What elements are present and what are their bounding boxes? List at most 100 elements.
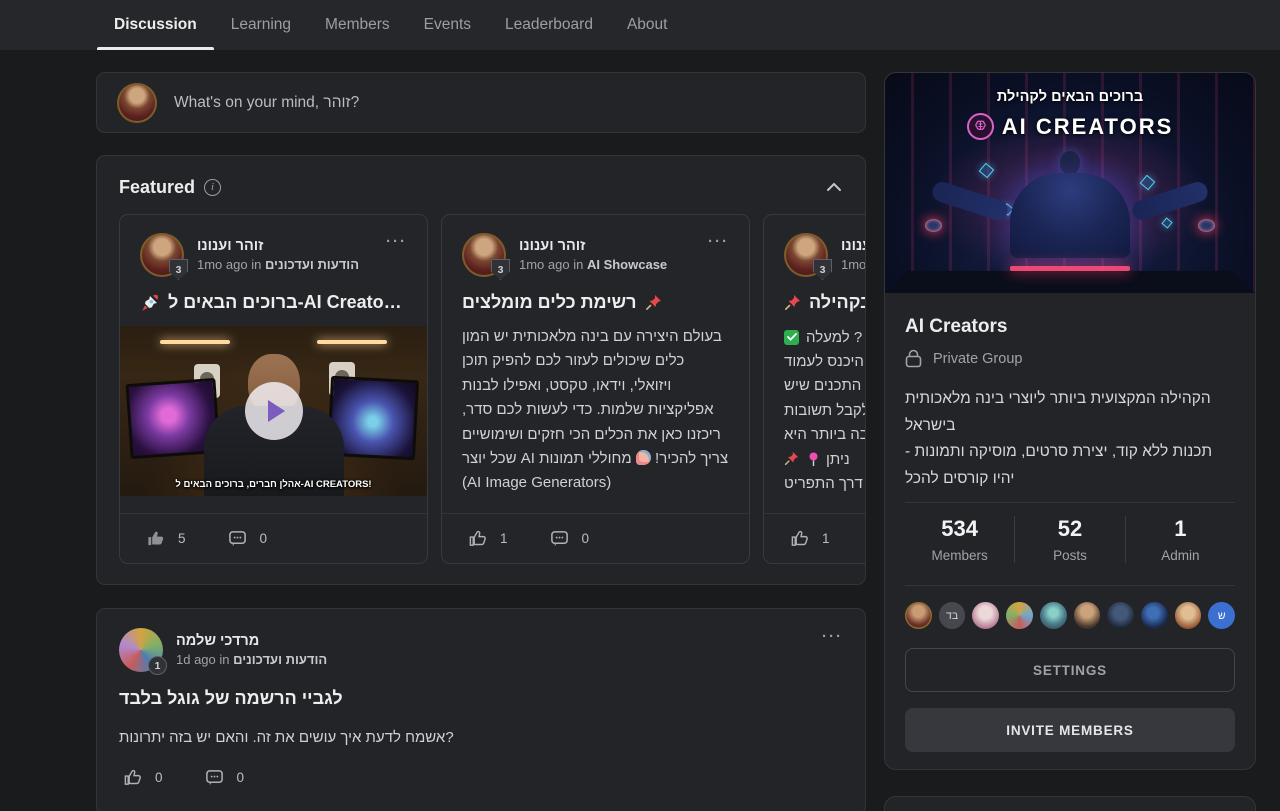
light-bar bbox=[317, 340, 387, 344]
more-options-icon[interactable]: ··· bbox=[386, 233, 407, 250]
like-button[interactable]: 1 bbox=[790, 529, 830, 548]
like-button[interactable]: 0 bbox=[123, 768, 163, 787]
author-name[interactable]: זוהר וענונו bbox=[841, 238, 865, 254]
post-body: אשמח לדעת איך עושים את זה. והאם יש בזה י… bbox=[119, 726, 843, 750]
author-name[interactable]: זוהר וענונו bbox=[197, 238, 373, 254]
tab-learning[interactable]: Learning bbox=[214, 0, 308, 50]
composer-placeholder: What's on your mind, זוהר? bbox=[174, 94, 359, 112]
light-bar bbox=[160, 340, 230, 344]
member-avatar[interactable] bbox=[905, 602, 932, 629]
author-name[interactable]: מרדכי שלמה bbox=[176, 633, 809, 649]
lock-icon bbox=[905, 349, 922, 368]
round-pin-icon bbox=[808, 452, 819, 467]
pushpin-icon bbox=[784, 294, 801, 311]
author-avatar[interactable]: 3 bbox=[784, 233, 828, 277]
tab-members[interactable]: Members bbox=[308, 0, 407, 50]
video-caption: אהלן חברים, ברוכים הבאים ל-AI CREATORS! bbox=[120, 479, 427, 490]
author-avatar[interactable]: 3 bbox=[140, 233, 184, 277]
post-timestamp: 1mo ago in bbox=[519, 257, 583, 272]
banner-brand-text: AI CREATORS bbox=[1002, 114, 1174, 140]
featured-post-card[interactable]: 3 זוהר וענונו 1mo ago in הודעות ועדכונים… bbox=[763, 214, 865, 564]
author-avatar[interactable]: 1 bbox=[119, 628, 163, 672]
post-timestamp: 1mo ago in bbox=[841, 257, 865, 272]
pushpin-icon bbox=[784, 451, 801, 468]
post-category[interactable]: הודעות ועדכונים bbox=[233, 652, 327, 667]
level-badge: 3 bbox=[813, 259, 832, 280]
current-user-avatar[interactable] bbox=[117, 83, 157, 123]
level-badge: 3 bbox=[169, 259, 188, 280]
feed-post[interactable]: 1 מרדכי שלמה 1d ago in הודעות ועדכונים ·… bbox=[96, 608, 866, 811]
banner-figure bbox=[1060, 151, 1080, 175]
group-stats: 534Members 52Posts 1Admin bbox=[905, 503, 1235, 575]
member-avatar[interactable] bbox=[1074, 602, 1101, 629]
comment-button[interactable]: 0 bbox=[205, 768, 245, 787]
post-title[interactable]: רשימת כלים מומלצים bbox=[462, 292, 637, 313]
post-title[interactable]: לגביי הרשמה של גוגל בלבד bbox=[119, 688, 343, 709]
comment-button[interactable]: 0 bbox=[550, 529, 590, 548]
group-sidebar: ברוכים הבאים לקהילת AI CREATORS AI Creat… bbox=[884, 72, 1256, 811]
chevron-up-icon[interactable] bbox=[825, 181, 843, 193]
video-thumbnail[interactable]: אהלן חברים, ברוכים הבאים ל-AI CREATORS! bbox=[120, 326, 427, 496]
post-body: למעלה ? היכנס לעמוד התכנים שיש לקבל תשוב… bbox=[764, 325, 865, 496]
divider bbox=[905, 585, 1235, 586]
tab-about[interactable]: About bbox=[610, 0, 685, 50]
like-count: 5 bbox=[178, 531, 186, 546]
group-name: AI Creators bbox=[905, 316, 1235, 338]
more-options-icon[interactable]: ··· bbox=[822, 628, 843, 645]
comment-count: 0 bbox=[237, 770, 245, 785]
post-title[interactable]: איך לנווט בקהילה bbox=[809, 292, 865, 313]
post-timestamp: 1mo ago in bbox=[197, 257, 261, 272]
member-avatar[interactable] bbox=[1175, 602, 1202, 629]
tab-events[interactable]: Events bbox=[407, 0, 488, 50]
like-button[interactable]: 1 bbox=[468, 529, 508, 548]
featured-section: Featured i 3 זוהר וענונו 1mo ago in הודע… bbox=[96, 155, 866, 585]
comment-count: 0 bbox=[260, 531, 268, 546]
like-count: 1 bbox=[500, 531, 508, 546]
play-button[interactable] bbox=[245, 382, 303, 440]
featured-post-card[interactable]: 3 זוהר וענונו 1mo ago in הודעות ועדכונים… bbox=[119, 214, 428, 564]
invite-members-button[interactable]: INVITE MEMBERS bbox=[905, 708, 1235, 752]
post-category[interactable]: הודעות ועדכונים bbox=[265, 257, 359, 272]
more-options-icon[interactable]: ··· bbox=[708, 233, 729, 250]
author-avatar[interactable]: 3 bbox=[462, 233, 506, 277]
member-avatar[interactable] bbox=[1141, 602, 1168, 629]
comment-button[interactable]: 0 bbox=[228, 529, 268, 548]
palette-icon bbox=[636, 450, 651, 465]
featured-cards-row: 3 זוהר וענונו 1mo ago in הודעות ועדכונים… bbox=[119, 214, 865, 564]
level-badge: 1 bbox=[148, 656, 167, 675]
post-category[interactable]: AI Showcase bbox=[587, 257, 667, 272]
level-badge: 3 bbox=[491, 259, 510, 280]
member-avatars-row: בד ש bbox=[905, 602, 1235, 629]
group-banner[interactable]: ברוכים הבאים לקהילת AI CREATORS bbox=[885, 73, 1255, 293]
author-name[interactable]: זוהר וענונו bbox=[519, 238, 695, 254]
brain-icon bbox=[967, 113, 994, 140]
tab-discussion[interactable]: Discussion bbox=[97, 0, 214, 50]
privacy-label: Private Group bbox=[933, 351, 1022, 367]
banner-welcome-text: ברוכים הבאים לקהילת bbox=[885, 89, 1255, 105]
group-tab-bar: Discussion Learning Members Events Leade… bbox=[0, 0, 1280, 51]
info-icon[interactable]: i bbox=[204, 179, 221, 196]
post-body: בעולם היצירה עם בינה מלאכותית יש המון כל… bbox=[442, 325, 749, 496]
member-avatar[interactable]: בד bbox=[939, 602, 966, 629]
member-avatar[interactable]: ש bbox=[1208, 602, 1235, 629]
member-avatar[interactable] bbox=[1040, 602, 1067, 629]
comment-count: 0 bbox=[582, 531, 590, 546]
group-description: הקהילה המקצועית ביותר ליוצרי בינה מלאכות… bbox=[905, 386, 1235, 492]
tab-leaderboard[interactable]: Leaderboard bbox=[488, 0, 610, 50]
post-composer[interactable]: What's on your mind, זוהר? bbox=[96, 72, 866, 133]
settings-button[interactable]: SETTINGS bbox=[905, 648, 1235, 692]
member-avatar[interactable] bbox=[972, 602, 999, 629]
like-count: 1 bbox=[822, 531, 830, 546]
stat-members[interactable]: 534Members bbox=[905, 516, 1014, 563]
post-timestamp: 1d ago in bbox=[176, 652, 230, 667]
member-avatar[interactable] bbox=[1006, 602, 1033, 629]
stat-admins[interactable]: 1Admin bbox=[1125, 516, 1235, 563]
like-count: 0 bbox=[155, 770, 163, 785]
post-title[interactable]: ברוכים הבאים ל-AI Creators Community bbox=[168, 292, 407, 313]
featured-post-card[interactable]: 3 זוהר וענונו 1mo ago in AI Showcase ···… bbox=[441, 214, 750, 564]
group-info-card: ברוכים הבאים לקהילת AI CREATORS AI Creat… bbox=[884, 72, 1256, 770]
member-avatar[interactable] bbox=[1107, 602, 1134, 629]
like-button[interactable]: 5 bbox=[146, 529, 186, 548]
featured-title: Featured bbox=[119, 177, 195, 198]
stat-posts[interactable]: 52Posts bbox=[1014, 516, 1124, 563]
